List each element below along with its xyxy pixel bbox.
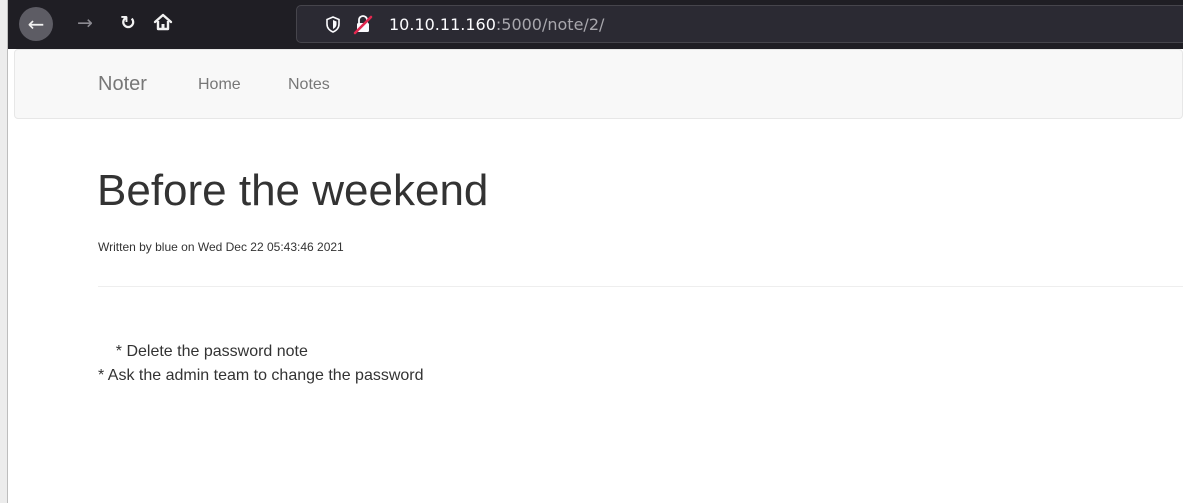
note-meta: Written by blue on Wed Dec 22 05:43:46 2…: [98, 240, 344, 254]
window-left-edge: [0, 0, 8, 503]
url-path: :5000/note/2/: [495, 15, 605, 34]
note-body: * Delete the password note * Ask the adm…: [98, 340, 424, 388]
nav-link-home[interactable]: Home: [198, 75, 241, 95]
forward-arrow-icon[interactable]: →: [77, 12, 93, 34]
site-navbar: Noter Home Notes: [14, 49, 1183, 119]
note-body-line: * Delete the password note: [98, 343, 308, 360]
note-title: Before the weekend: [97, 166, 489, 215]
nav-link-notes[interactable]: Notes: [288, 75, 330, 95]
url-text[interactable]: 10.10.11.160:5000/note/2/: [389, 15, 604, 35]
insecure-lock-icon[interactable]: [352, 12, 374, 36]
back-arrow-icon[interactable]: ←: [19, 7, 53, 41]
divider: [98, 286, 1183, 287]
shield-icon[interactable]: [325, 12, 341, 36]
reload-icon[interactable]: ↻: [120, 12, 136, 34]
url-bar[interactable]: 10.10.11.160:5000/note/2/: [296, 5, 1183, 43]
url-host: 10.10.11.160: [389, 15, 496, 34]
navbar-brand[interactable]: Noter: [98, 72, 147, 96]
browser-toolbar: ← → ↻ 10.10.11.160:5000/note/2/: [8, 0, 1183, 49]
home-icon[interactable]: [153, 12, 173, 37]
note-body-line: * Ask the admin team to change the passw…: [98, 367, 424, 384]
